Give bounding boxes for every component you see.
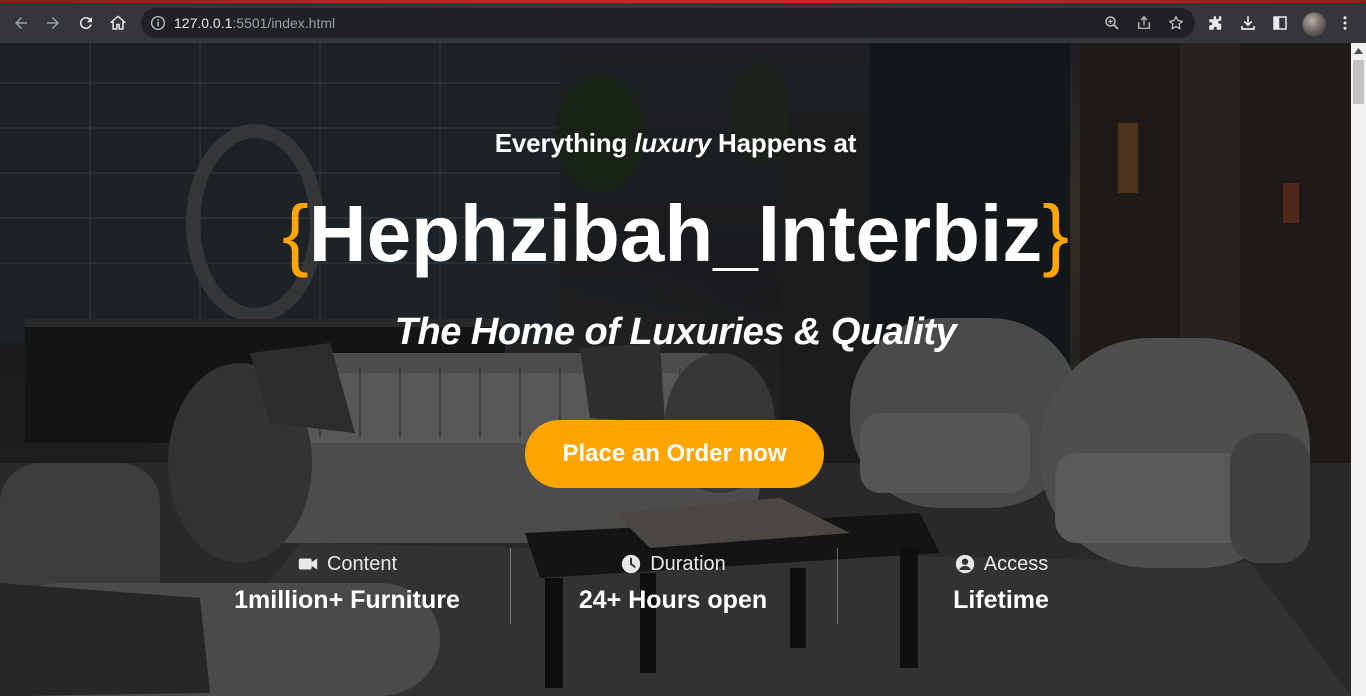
downloads-button[interactable] (1237, 12, 1259, 34)
info-icon[interactable] (149, 14, 167, 32)
side-panel-button[interactable] (1269, 12, 1291, 34)
stat-label-row: Access (876, 551, 1126, 577)
forward-button[interactable] (39, 9, 67, 37)
video-camera-icon (298, 558, 318, 570)
zoom-icon[interactable] (1103, 14, 1121, 32)
address-bar[interactable]: 127.0.0.1:5501/index.html (141, 8, 1195, 38)
stat-value: 24+ Hours open (578, 586, 768, 614)
intro-prefix: Everything (494, 128, 628, 158)
extensions-button[interactable] (1205, 12, 1227, 34)
back-button[interactable] (7, 9, 35, 37)
stat-label: Duration (650, 552, 726, 575)
stat-label-row: Content (222, 551, 472, 577)
stat-access: Access Lifetime (876, 551, 1126, 615)
stat-duration: Duration 24+ Hours open (548, 551, 798, 615)
side-panel-icon (1273, 16, 1287, 30)
url-host: 127.0.0.1 (174, 15, 233, 31)
place-order-button[interactable]: Place an Order now (525, 420, 824, 488)
brace-open: { (282, 189, 309, 278)
hero-intro-text: Everything luxury Happens at (0, 128, 1351, 159)
stat-content: Content 1million+ Furniture (222, 551, 472, 615)
stat-divider (837, 548, 838, 624)
arrow-right-icon (47, 17, 59, 29)
scrollbar-thumb[interactable] (1353, 60, 1364, 104)
intro-emphasis: luxury (634, 128, 712, 158)
puzzle-icon (1209, 16, 1222, 30)
url-path: :5501/index.html (232, 15, 336, 31)
brace-close: } (1042, 189, 1069, 278)
caret-up-icon (1354, 47, 1363, 54)
page-scrollbar[interactable] (1351, 43, 1366, 696)
browser-toolbar: 127.0.0.1:5501/index.html (0, 3, 1366, 43)
stat-divider (510, 548, 511, 624)
clock-icon (622, 554, 641, 574)
brand-name: Hephzibah_Interbiz (308, 189, 1043, 278)
profile-avatar[interactable] (1302, 12, 1326, 36)
arrow-left-icon (15, 17, 27, 29)
brand-title: {Hephzibah_Interbiz} (0, 186, 1351, 282)
more-vertical-icon (1343, 16, 1347, 30)
stat-label: Access (983, 552, 1049, 575)
home-button[interactable] (104, 9, 132, 37)
reload-button[interactable] (72, 9, 100, 37)
download-icon (1241, 16, 1255, 30)
user-circle-icon (955, 554, 974, 574)
page-viewport: Everything luxury Happens at {Hephzibah_… (0, 43, 1351, 696)
hero-tagline: The Home of Luxuries & Quality (394, 311, 957, 353)
stat-value: 1million+ Furniture (234, 586, 460, 614)
url-text[interactable]: 127.0.0.1:5501/index.html (174, 15, 335, 31)
reload-icon (79, 17, 92, 30)
stat-value: Lifetime (953, 586, 1049, 614)
stat-label: Content (326, 552, 398, 575)
menu-button[interactable] (1334, 12, 1356, 34)
scroll-up-button[interactable] (1351, 43, 1366, 58)
intro-suffix: Happens at (718, 128, 857, 158)
stat-label-row: Duration (548, 551, 798, 577)
bookmark-star-icon[interactable] (1167, 14, 1185, 32)
share-icon[interactable] (1135, 14, 1153, 32)
home-icon (110, 15, 126, 30)
